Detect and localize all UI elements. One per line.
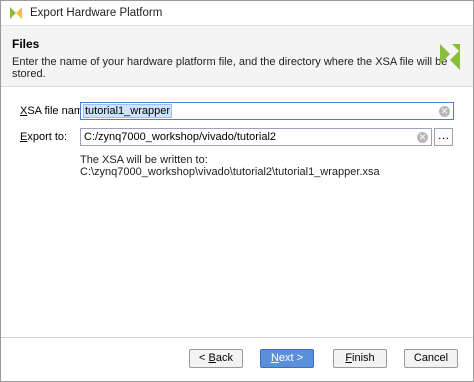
page-title: Files: [12, 37, 40, 51]
clear-xsa-name-icon[interactable]: ✕: [439, 105, 450, 117]
export-to-label: Export to:: [20, 131, 67, 143]
back-button-label: ack: [215, 352, 233, 364]
next-button[interactable]: Next >: [260, 349, 314, 368]
cancel-button[interactable]: Cancel: [404, 349, 458, 368]
next-button-mnemonic: N: [270, 352, 279, 364]
page-header: Files Enter the name of your hardware pl…: [1, 26, 473, 87]
next-button-label: ext >: [278, 352, 304, 364]
xsa-file-name-input[interactable]: tutorial1_wrapper ✕: [80, 102, 454, 120]
clear-export-path-icon[interactable]: ✕: [417, 131, 428, 143]
back-button-mnemonic: B: [208, 352, 216, 364]
back-button-prefix: <: [199, 352, 209, 364]
app-logo-icon: [10, 7, 22, 19]
title-bar: Export Hardware Platform: [1, 1, 473, 26]
xsa-output-path-note: The XSA will be written to: C:\zynq7000_…: [80, 154, 380, 178]
export-to-value: C:/zynq7000_workshop/vivado/tutorial2: [84, 131, 277, 143]
back-button[interactable]: < Back: [189, 349, 243, 368]
footer-divider: [1, 337, 473, 338]
export-to-input[interactable]: C:/zynq7000_workshop/vivado/tutorial2 ✕: [80, 128, 432, 146]
finish-button[interactable]: Finish: [333, 349, 387, 368]
browse-button[interactable]: …: [434, 128, 453, 146]
finish-button-label: inish: [352, 352, 375, 364]
xsa-file-name-value: tutorial1_wrapper: [83, 104, 172, 118]
page-description: Enter the name of your hardware platform…: [12, 56, 448, 80]
window-title: Export Hardware Platform: [30, 7, 163, 19]
brand-logo-icon: [440, 44, 460, 70]
export-label-text: xport to:: [27, 131, 68, 143]
export-hardware-platform-dialog: Export Hardware Platform Files Enter the…: [0, 0, 474, 382]
